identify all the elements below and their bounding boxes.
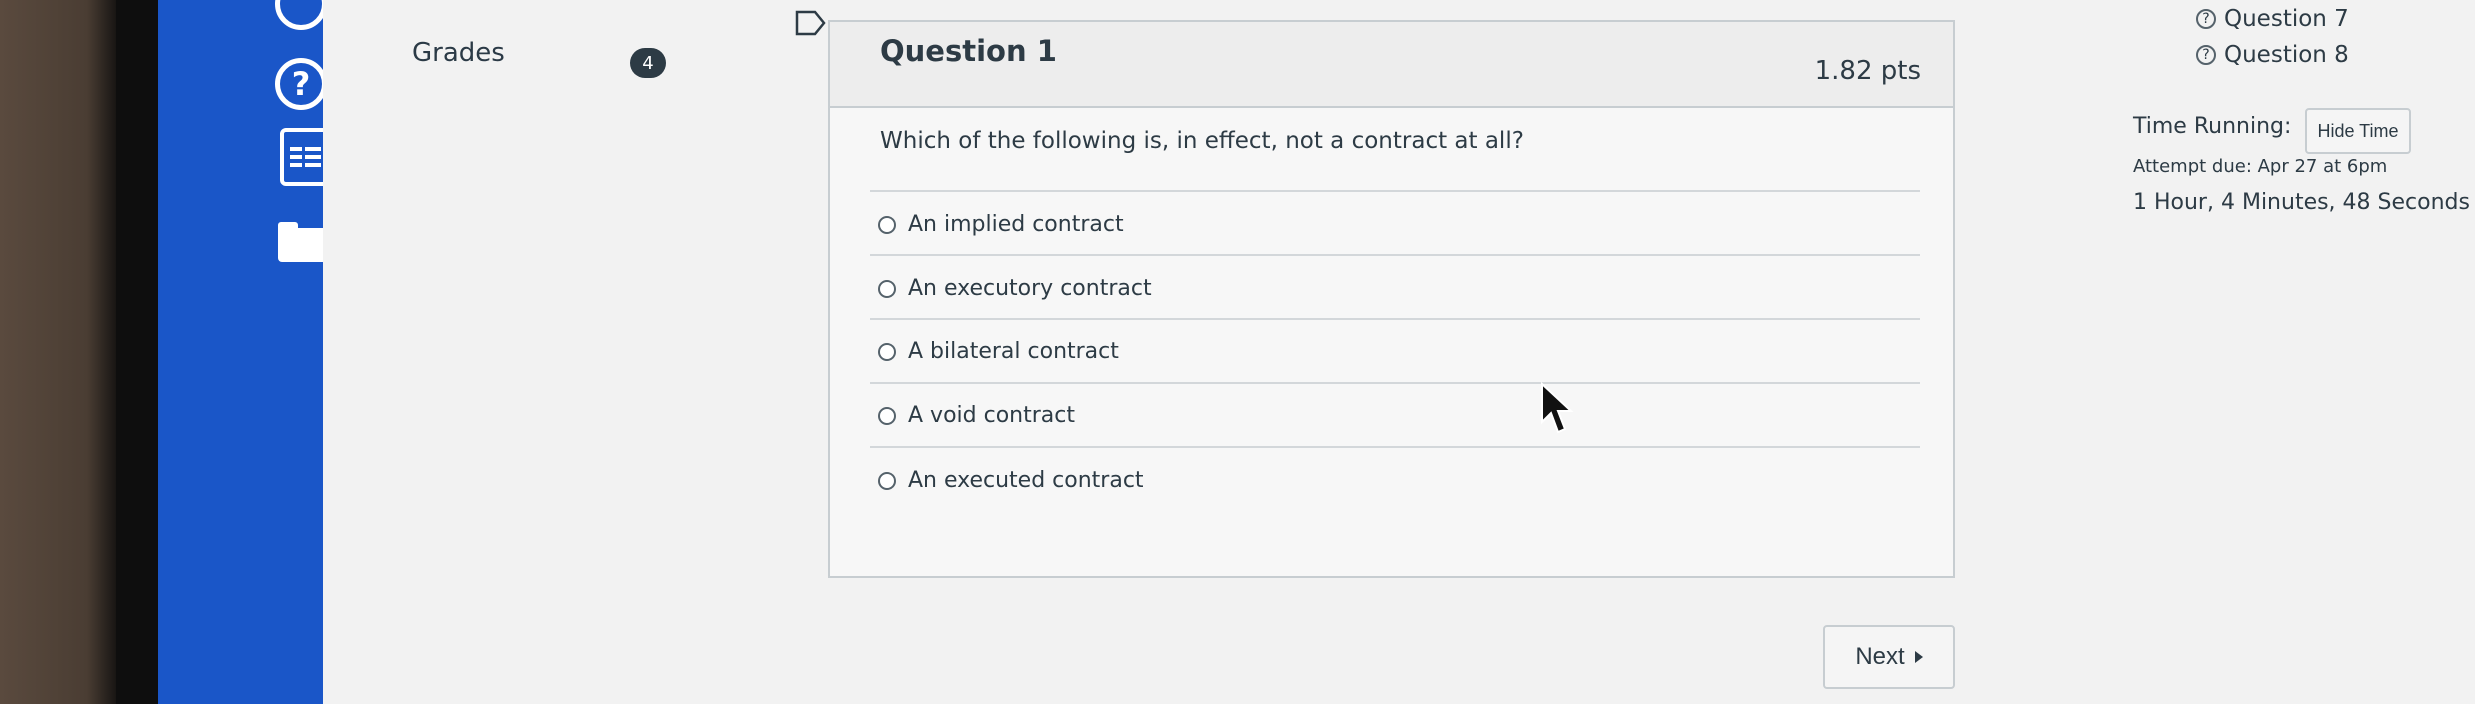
hide-time-button[interactable]: Hide Time: [2305, 108, 2411, 154]
help-icon[interactable]: ?: [275, 58, 327, 110]
question-nav-label: Question 7: [2224, 6, 2349, 32]
next-label: Next: [1855, 643, 1905, 670]
radio-button[interactable]: [878, 279, 896, 298]
radio-button[interactable]: [878, 471, 896, 490]
question-header: Question 1 1.82 pts: [830, 22, 1953, 108]
option-divider: [870, 382, 1920, 384]
question-nav-item-8[interactable]: ? Question 8: [2196, 42, 2349, 68]
screen-bezel: [0, 0, 158, 704]
next-button[interactable]: Next: [1823, 625, 1955, 689]
radio-button[interactable]: [878, 215, 896, 234]
question-nav-item-partial: [2196, 74, 2306, 82]
option-divider: [870, 318, 1920, 320]
question-nav-item-7[interactable]: ? Question 7: [2196, 6, 2349, 32]
answer-option-executed[interactable]: An executed contract: [878, 468, 1144, 493]
answer-option-executory[interactable]: An executory contract: [878, 276, 1152, 301]
attempt-due-text: Attempt due: Apr 27 at 6pm: [2133, 156, 2388, 177]
answer-label: An implied contract: [908, 212, 1124, 237]
time-remaining: 1 Hour, 4 Minutes, 48 Seconds: [2133, 190, 2470, 215]
answer-option-void[interactable]: A void contract: [878, 403, 1075, 428]
option-divider: [870, 254, 1920, 256]
answer-option-bilateral[interactable]: A bilateral contract: [878, 339, 1119, 364]
question-points: 1.82 pts: [1814, 56, 1921, 86]
question-mark-icon: ?: [2196, 45, 2216, 65]
answer-label: A bilateral contract: [908, 339, 1119, 364]
question-text: Which of the following is, in effect, no…: [880, 128, 1524, 154]
answer-label: A void contract: [908, 403, 1075, 428]
play-arrow-icon: [1914, 651, 1923, 663]
mouse-pointer-icon: [1541, 382, 1574, 434]
radio-button[interactable]: [878, 406, 896, 425]
option-divider: [870, 446, 1920, 448]
grades-count-badge: 4: [630, 48, 666, 78]
folder-icon[interactable]: [278, 222, 328, 262]
option-divider: [870, 190, 1920, 192]
question-nav-label: Question 8: [2224, 42, 2349, 68]
question-mark-icon: ?: [2196, 9, 2216, 29]
radio-button[interactable]: [878, 342, 896, 361]
time-running-label: Time Running:: [2133, 114, 2292, 139]
question-title: Question 1: [880, 34, 1057, 68]
course-nav-grades-link[interactable]: Grades: [412, 38, 505, 68]
answer-label: An executed contract: [908, 468, 1144, 493]
question-panel: Question 1 1.82 pts Which of the followi…: [828, 20, 1955, 578]
answer-label: An executory contract: [908, 276, 1152, 301]
answer-option-implied[interactable]: An implied contract: [878, 212, 1124, 237]
flag-question-icon[interactable]: [795, 10, 827, 36]
